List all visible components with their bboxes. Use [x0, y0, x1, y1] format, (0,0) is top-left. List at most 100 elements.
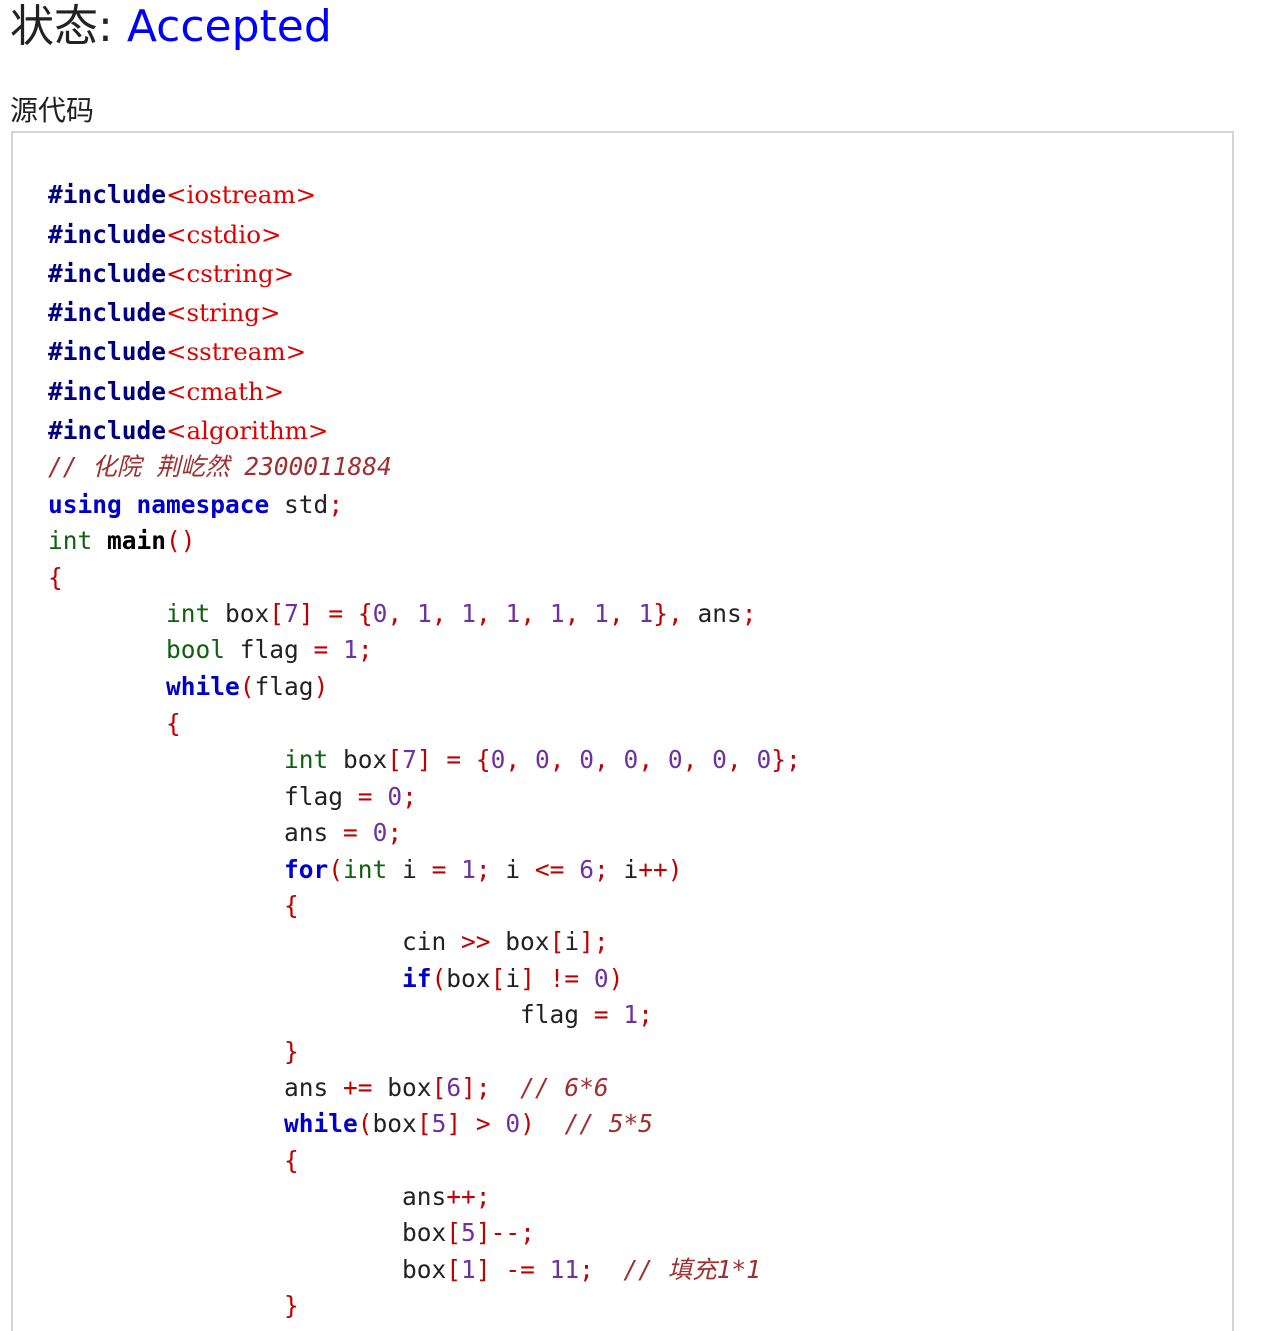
code-token: int — [284, 745, 329, 774]
code-line: box[5]--; — [48, 1215, 535, 1251]
code-token: ans — [284, 818, 344, 847]
code-token: = — [343, 818, 358, 847]
code-token: = — [431, 855, 447, 884]
code-token: 1 — [416, 599, 432, 628]
code-token: { — [48, 563, 63, 592]
code-token: , — [638, 745, 654, 774]
code-token: , — [520, 599, 536, 628]
code-token: 1 — [461, 855, 476, 884]
code-token: flag — [284, 782, 358, 811]
code-token: std — [269, 490, 329, 519]
code-line: // 化院 荆屹然 2300011884 — [48, 449, 392, 485]
code-token: #include — [48, 180, 167, 209]
code-token: box — [490, 927, 550, 956]
code-token: 0 — [756, 745, 772, 774]
code-line: ans = 0; — [48, 815, 402, 851]
code-token: [ — [446, 1218, 462, 1247]
code-token: [ — [490, 964, 506, 993]
code-token: #include — [48, 377, 167, 406]
code-token: ( — [239, 672, 255, 701]
code-token: box — [210, 599, 270, 628]
code-token: flag — [254, 672, 314, 701]
code-line: #include<cstdio> — [48, 217, 281, 253]
code-token: } — [284, 1037, 299, 1066]
code-token: ( — [328, 855, 344, 884]
code-token: <sstream> — [166, 337, 307, 366]
code-token: , — [726, 745, 742, 774]
code-token: 1 — [461, 1255, 476, 1284]
code-line: #include<iostream> — [48, 177, 316, 213]
code-token: while — [166, 672, 240, 701]
code-token: , — [505, 745, 521, 774]
code-token: () — [166, 526, 196, 555]
status-label: 状态: — [10, 1, 127, 52]
code-token: <iostream> — [166, 180, 317, 209]
code-token: ] — [416, 745, 432, 774]
code-token: } — [653, 599, 668, 628]
code-line: if(box[i] != 0) — [48, 961, 623, 997]
code-token: box — [402, 1218, 447, 1247]
code-token: ; — [475, 855, 491, 884]
code-token: ; — [593, 855, 609, 884]
code-token: >> — [461, 927, 491, 956]
code-line: } — [48, 1034, 299, 1070]
source-code-heading: 源代码 — [10, 94, 95, 127]
code-token: -= — [505, 1255, 535, 1284]
code-token: int — [48, 526, 93, 555]
code-token: ] — [520, 964, 535, 993]
code-line: #include<sstream> — [48, 334, 306, 370]
code-token: = — [357, 782, 373, 811]
code-token: ; — [741, 599, 757, 628]
code-token: 0 — [387, 782, 403, 811]
code-token: ; — [328, 490, 344, 519]
code-line: #include<algorithm> — [48, 413, 328, 449]
code-token: #include — [48, 220, 167, 249]
code-token: box — [402, 1255, 447, 1284]
code-token: 1 — [623, 1000, 639, 1029]
code-token: ]; — [461, 1073, 491, 1102]
code-line: int main() — [48, 523, 196, 559]
code-token: [ — [431, 1073, 447, 1102]
code-token: namespace — [136, 490, 270, 519]
code-token: ; — [387, 818, 403, 847]
code-token: 0 — [623, 745, 639, 774]
code-token: int — [166, 599, 211, 628]
code-token: i — [608, 855, 639, 884]
code-line: #include<cstring> — [48, 256, 294, 292]
code-line: { — [48, 560, 63, 596]
code-token: ; — [579, 1255, 594, 1284]
code-token: , — [682, 745, 698, 774]
code-line: } — [48, 1288, 299, 1324]
code-token: // 化院 荆屹然 2300011884 — [48, 452, 392, 481]
code-token: i — [387, 855, 432, 884]
code-line: for(int i = 1; i <= 6; i++) — [48, 852, 683, 888]
code-line: ans++; — [48, 1179, 491, 1215]
code-token: ++) — [638, 855, 683, 884]
code-token: ( — [431, 964, 447, 993]
code-token: box — [372, 1073, 432, 1102]
code-token: [ — [416, 1109, 432, 1138]
code-token: ] — [298, 599, 314, 628]
code-line: while(flag) — [48, 669, 328, 705]
code-token: 6 — [579, 855, 594, 884]
code-line: flag = 0; — [48, 779, 417, 815]
code-token: ) — [520, 1109, 535, 1138]
